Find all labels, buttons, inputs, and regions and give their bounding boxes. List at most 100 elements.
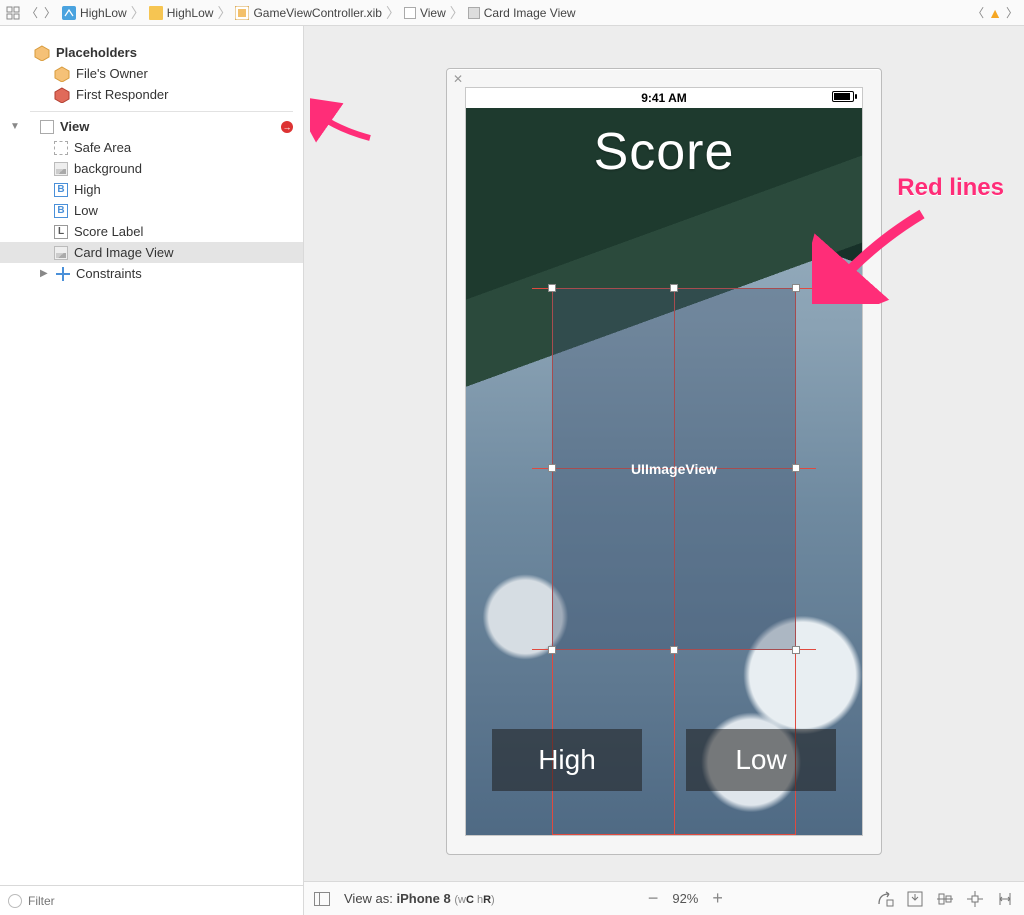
filter-scope-icon[interactable]	[8, 894, 22, 908]
background-item[interactable]: background	[0, 158, 303, 179]
tree-item-label: Safe Area	[74, 140, 131, 155]
view-icon	[404, 7, 416, 19]
chevron-right-icon: 〉	[127, 3, 149, 23]
view-icon	[40, 120, 54, 134]
files-owner-item[interactable]: File's Owner	[0, 63, 303, 84]
button-icon: B	[54, 183, 68, 197]
selection-handle[interactable]	[548, 464, 556, 472]
safe-area-icon	[54, 141, 68, 155]
score-label[interactable]: Score	[466, 122, 862, 182]
filter-input[interactable]	[28, 894, 295, 908]
device-screen[interactable]: 9:41 AM Score UIImageView	[465, 87, 863, 836]
selection-handle[interactable]	[792, 464, 800, 472]
nav-back-icon[interactable]: 〈	[972, 4, 984, 21]
annotation-arrow-icon	[310, 98, 380, 148]
constraint-line	[552, 834, 796, 836]
status-time: 9:41 AM	[641, 91, 687, 105]
imageview-icon	[54, 246, 68, 260]
interface-builder-canvas[interactable]: ✕ 9:41 AM Score	[304, 26, 1024, 881]
align-icon[interactable]	[936, 890, 954, 908]
button-label: Low	[735, 744, 786, 776]
cube-icon	[54, 87, 70, 103]
embed-in-icon[interactable]	[906, 890, 924, 908]
tree-item-label: Score Label	[74, 224, 143, 239]
cube-icon	[34, 45, 50, 61]
breadcrumb-item[interactable]: GameViewController.xib	[253, 6, 382, 20]
view-row[interactable]: ▼ View →	[0, 116, 303, 137]
zoom-control: − 92% +	[648, 888, 723, 909]
breadcrumb-item[interactable]: HighLow	[80, 6, 127, 20]
disclosure-triangle-icon[interactable]: ▼	[10, 121, 20, 132]
view-as-label: View as:	[344, 891, 397, 906]
breadcrumb-item[interactable]: View	[420, 6, 446, 20]
resolve-issues-icon[interactable]	[996, 890, 1014, 908]
label-icon: L	[54, 225, 68, 239]
toggle-outline-icon[interactable]	[314, 892, 330, 906]
divider	[30, 111, 293, 112]
status-bar: 9:41 AM	[466, 88, 862, 108]
placeholders-header[interactable]: Placeholders	[0, 42, 303, 63]
score-label-item[interactable]: L Score Label	[0, 221, 303, 242]
breadcrumb-bar: 〈 〉 HighLow 〉 HighLow 〉 GameViewControll…	[0, 0, 1024, 26]
selection-handle[interactable]	[792, 646, 800, 654]
selection-handle[interactable]	[792, 284, 800, 292]
low-button-item[interactable]: B Low	[0, 200, 303, 221]
constraints-icon	[56, 267, 70, 281]
tree-item-label: View	[60, 119, 89, 134]
error-indicator-icon[interactable]: →	[281, 121, 293, 133]
view-as-control[interactable]: View as: iPhone 8 (wC hR)	[344, 891, 495, 906]
folder-icon	[149, 6, 163, 20]
tree-item-label: First Responder	[76, 87, 168, 102]
selection-handle[interactable]	[670, 646, 678, 654]
filter-bar	[0, 885, 303, 915]
nav-forward-icon[interactable]: 〉	[44, 4, 56, 21]
imageview-icon	[468, 7, 480, 19]
zoom-out-button[interactable]: −	[648, 888, 659, 909]
card-image-view-item[interactable]: Card Image View	[0, 242, 303, 263]
document-outline: Placeholders File's Owner First Responde…	[0, 26, 304, 915]
high-button[interactable]: High	[492, 729, 642, 791]
zoom-in-button[interactable]: +	[712, 888, 723, 909]
nav-back-icon[interactable]: 〈	[26, 4, 38, 21]
tree-item-label: background	[74, 161, 142, 176]
xib-file-icon	[235, 6, 249, 20]
swift-file-icon	[62, 6, 76, 20]
card-image-view[interactable]: UIImageView	[552, 288, 796, 650]
button-icon: B	[54, 204, 68, 218]
cube-icon	[54, 66, 70, 82]
selection-handle[interactable]	[548, 284, 556, 292]
disclosure-triangle-icon[interactable]: ▶	[40, 268, 50, 279]
tree-item-label: High	[74, 182, 101, 197]
close-scene-icon[interactable]: ✕	[451, 72, 465, 86]
tree-item-label: File's Owner	[76, 66, 148, 81]
pin-icon[interactable]	[966, 890, 984, 908]
constraints-item[interactable]: ▶ Constraints	[0, 263, 303, 284]
button-label: High	[538, 744, 596, 776]
breadcrumb-item[interactable]: HighLow	[167, 6, 214, 20]
device-frame: ✕ 9:41 AM Score	[446, 68, 882, 855]
device-name: iPhone 8	[397, 891, 451, 906]
annotation-label: Red lines	[897, 174, 1004, 202]
first-responder-item[interactable]: First Responder	[0, 84, 303, 105]
canvas-toolbar: View as: iPhone 8 (wC hR) − 92% +	[304, 881, 1024, 915]
warning-icon[interactable]: ▲	[988, 5, 1002, 21]
update-frames-icon[interactable]	[876, 890, 894, 908]
related-items-icon[interactable]	[6, 6, 20, 20]
placeholders-label: Placeholders	[56, 45, 137, 60]
nav-forward-icon[interactable]: 〉	[1006, 4, 1018, 21]
battery-icon	[832, 91, 854, 102]
chevron-right-icon: 〉	[382, 3, 404, 23]
tree-item-label: Card Image View	[74, 245, 173, 260]
zoom-value[interactable]: 92%	[672, 891, 698, 906]
high-button-item[interactable]: B High	[0, 179, 303, 200]
low-button[interactable]: Low	[686, 729, 836, 791]
breadcrumb-item[interactable]: Card Image View	[484, 6, 576, 20]
chevron-right-icon: 〉	[213, 3, 235, 23]
tree-item-label: Low	[74, 203, 98, 218]
chevron-right-icon: 〉	[446, 3, 468, 23]
selection-handle[interactable]	[548, 646, 556, 654]
selection-handle[interactable]	[670, 284, 678, 292]
safe-area-item[interactable]: Safe Area	[0, 137, 303, 158]
imageview-icon	[54, 162, 68, 176]
tree-item-label: Constraints	[76, 266, 142, 281]
